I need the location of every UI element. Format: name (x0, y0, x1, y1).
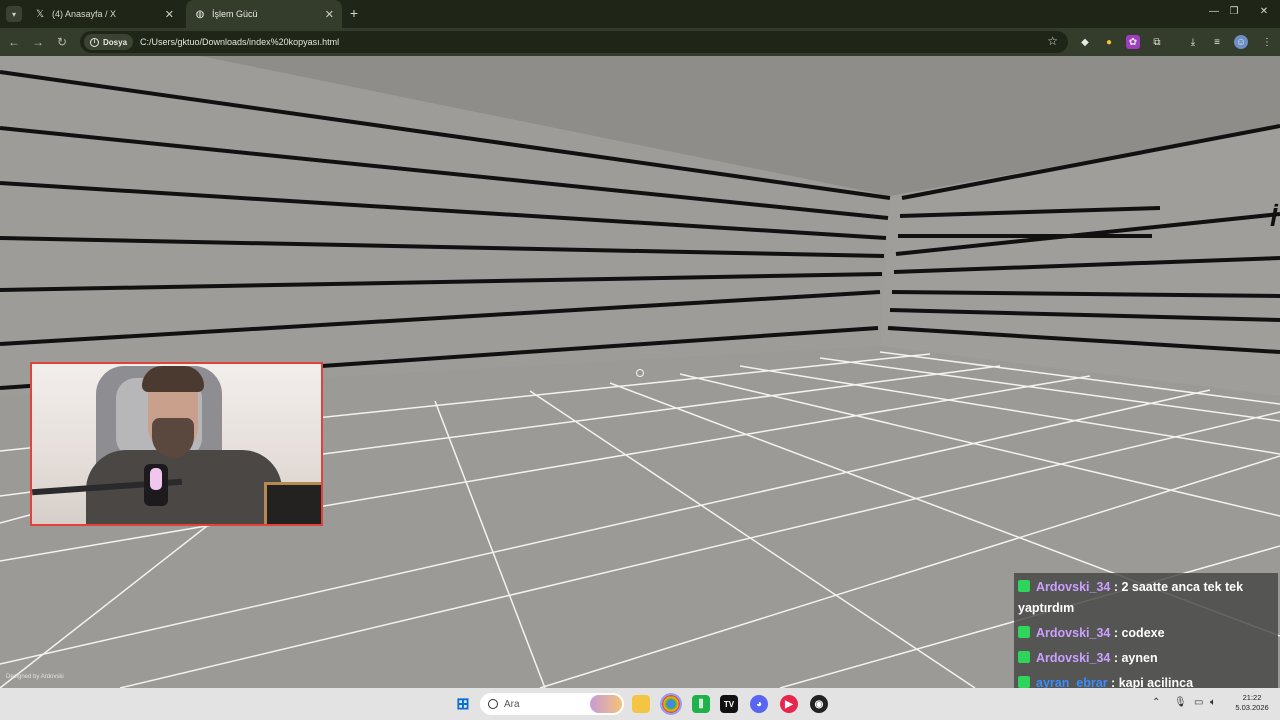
search-label: Ara (504, 698, 520, 710)
site-info-chip[interactable]: i Dosya (84, 34, 134, 50)
obs-icon[interactable]: ◉ (810, 695, 828, 713)
menu-kebab-icon[interactable]: ⋮ (1260, 35, 1274, 49)
minimize-icon[interactable]: — (1204, 6, 1224, 22)
volume-tray-icon[interactable]: 🔈︎ (1210, 697, 1216, 708)
microphone-tray-icon[interactable]: 🎙︎ (1174, 697, 1187, 708)
media-player-icon[interactable]: ▶ (780, 695, 798, 713)
chat-text: codexe (1121, 626, 1165, 640)
download-icon[interactable]: ⤓ (1186, 35, 1200, 49)
extensions-puzzle-icon[interactable]: ⧉ (1150, 35, 1164, 49)
close-tab-icon[interactable]: ✕ (325, 8, 334, 21)
new-tab-button[interactable]: + (346, 5, 362, 23)
chat-message: Ardovski_34 : codexe (1018, 623, 1274, 644)
chat-badge-icon (1018, 676, 1030, 688)
extension-coin-icon[interactable]: ● (1102, 35, 1116, 49)
info-icon: i (90, 37, 99, 47)
desk-surface (264, 482, 321, 524)
tray-overflow-icon[interactable]: ⌃ (1152, 697, 1160, 708)
reload-icon[interactable]: ↻ (54, 34, 70, 50)
restore-icon[interactable]: ❐ (1224, 6, 1244, 22)
chat-separator: : (1110, 651, 1122, 665)
chat-separator: : (1110, 626, 1122, 640)
clock-date: 5.03.2026 (1235, 703, 1269, 712)
network-tray-icon[interactable]: ▭ (1194, 697, 1203, 708)
tab-title: (4) Anasayfa / X (52, 9, 117, 19)
taskbar-search-box[interactable]: Ara (480, 693, 624, 715)
forward-icon[interactable]: → (30, 34, 46, 50)
back-icon[interactable]: ← (6, 34, 22, 50)
chat-badge-icon (1018, 626, 1030, 638)
search-icon (488, 699, 498, 709)
chat-username: Ardovski_34 (1036, 626, 1111, 640)
extension-diamond-icon[interactable]: ◆ (1078, 35, 1092, 49)
webcam-overlay (30, 362, 323, 526)
chat-username: Ardovski_34 (1036, 651, 1111, 665)
tab-x-home[interactable]: 𝕏 (4) Anasayfa / X ✕ (26, 0, 182, 28)
discord-icon[interactable]: ◕ (750, 695, 768, 713)
chat-message: Ardovski_34 : 2 saatte anca tek tek yapt… (1018, 577, 1274, 619)
designer-credit: Designed by Ardovski (6, 674, 64, 680)
chrome-icon[interactable] (660, 693, 682, 715)
streamer-beard (152, 418, 194, 458)
profile-avatar-icon[interactable]: ☺ (1234, 35, 1248, 49)
taskbar-clock[interactable]: 21:22 5.03.2026 (1232, 693, 1272, 713)
stream-chat-overlay: Ardovski_34 : 2 saatte anca tek tek yapt… (1014, 573, 1278, 688)
close-tab-icon[interactable]: ✕ (165, 8, 174, 21)
chat-username: Ardovski_34 (1036, 580, 1111, 594)
file-explorer-icon[interactable] (632, 695, 650, 713)
chat-message: ayran_ebrar : kapi acilinca duygulandim (1018, 673, 1274, 688)
window-close-icon[interactable]: ✕ (1254, 6, 1274, 22)
globe-icon: ◍ (195, 8, 205, 20)
chat-text: aynen (1121, 651, 1158, 665)
browser-toolbar: ← → ↻ i Dosya C:/Users/gktuo/Downloads/i… (0, 28, 1280, 56)
chat-badge-icon (1018, 580, 1030, 592)
green-app-icon[interactable]: ⫼ (692, 695, 710, 713)
streamer-hair (142, 366, 204, 392)
bookmark-star-icon[interactable]: ☆ (1047, 34, 1058, 48)
chat-message: Ardovski_34 : aynen (1018, 648, 1274, 669)
tab-title: İşlem Gücü (212, 9, 258, 19)
x-logo-icon: 𝕏 (35, 8, 45, 20)
windows-taskbar: ⊞ Ara ⫼ TV ◕ ▶ ◉ ⌃ 🎙︎ ▭ 🔈︎ 21:22 5.03.20… (0, 688, 1280, 720)
extension-purple-icon[interactable]: ✿ (1126, 35, 1140, 49)
tab-strip: ▾ 𝕏 (4) Anasayfa / X ✕ ◍ İşlem Gücü ✕ + … (0, 0, 1280, 28)
chat-separator: : (1107, 676, 1119, 688)
tab-islem-gucu[interactable]: ◍ İşlem Gücü ✕ (186, 0, 342, 28)
address-bar[interactable]: i Dosya C:/Users/gktuo/Downloads/index%2… (80, 31, 1068, 53)
media-queue-icon[interactable]: ≡ (1210, 35, 1224, 49)
microphone (144, 464, 168, 506)
url-text[interactable]: C:/Users/gktuo/Downloads/index%20kopyası… (140, 37, 339, 47)
windows-start-icon[interactable]: ⊞ (454, 695, 472, 713)
tab-search-button[interactable]: ▾ (6, 6, 22, 22)
clock-time: 21:22 (1242, 693, 1262, 702)
search-highlight-image (590, 695, 622, 713)
chat-separator: : (1110, 580, 1122, 594)
tradingview-icon[interactable]: TV (720, 695, 738, 713)
chat-badge-icon (1018, 651, 1030, 663)
chat-username: ayran_ebrar (1036, 676, 1108, 688)
site-info-label: Dosya (103, 37, 128, 47)
